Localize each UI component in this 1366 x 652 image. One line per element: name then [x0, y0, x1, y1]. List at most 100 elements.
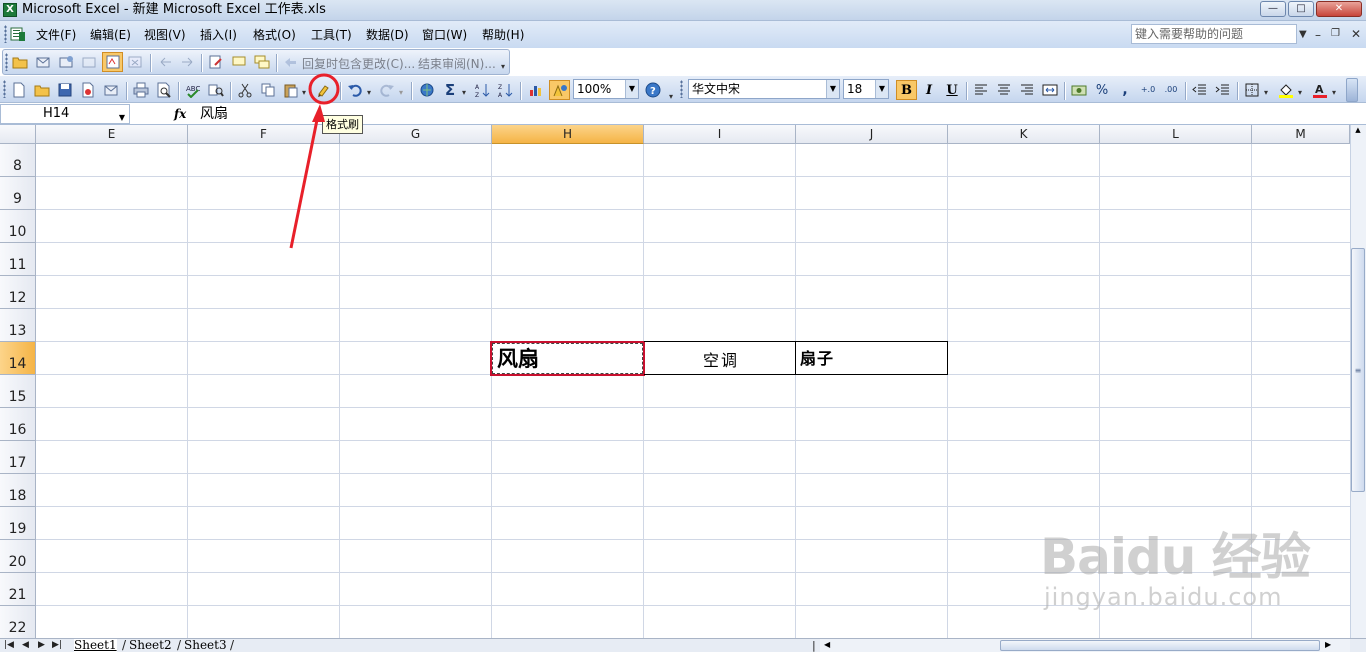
- underline-button[interactable]: U: [943, 81, 961, 99]
- permission-icon[interactable]: [79, 81, 97, 99]
- column-header-K[interactable]: K: [948, 125, 1100, 144]
- column-header-E[interactable]: E: [36, 125, 188, 144]
- row-header-20[interactable]: 20: [0, 540, 36, 573]
- font-size-dropdown-icon[interactable]: ▼: [875, 80, 888, 98]
- select-all-button[interactable]: [0, 125, 36, 144]
- sheet-tab-2[interactable]: Sheet2: [129, 639, 172, 652]
- edit-comment-icon[interactable]: [207, 53, 225, 71]
- scroll-right-icon[interactable]: ▶: [1325, 639, 1331, 651]
- copy-icon[interactable]: [259, 81, 277, 99]
- row-header-14[interactable]: 14: [0, 342, 36, 375]
- redo-dropdown-icon[interactable]: ▾: [399, 88, 403, 97]
- row-header-8[interactable]: 8: [0, 144, 36, 177]
- fill-color-icon[interactable]: [1277, 81, 1295, 99]
- row-header-16[interactable]: 16: [0, 408, 36, 441]
- row-header-21[interactable]: 21: [0, 573, 36, 606]
- reject-icon[interactable]: [126, 53, 144, 71]
- menu-help[interactable]: 帮助(H): [482, 27, 524, 43]
- print-icon[interactable]: [132, 81, 150, 99]
- split-box[interactable]: ▲: [1351, 126, 1365, 134]
- menu-view[interactable]: 视图(V): [144, 27, 186, 43]
- align-right-icon[interactable]: [1018, 81, 1036, 99]
- row-header-12[interactable]: 12: [0, 276, 36, 309]
- toolbar-grip[interactable]: [3, 80, 6, 98]
- email-icon[interactable]: [102, 81, 120, 99]
- menu-format[interactable]: 格式(O): [253, 27, 296, 43]
- sheet-tab-1[interactable]: Sheet1: [74, 639, 117, 652]
- hyperlink-icon[interactable]: [418, 81, 436, 99]
- doc-restore-button[interactable]: ❐: [1331, 28, 1340, 39]
- increase-indent-icon[interactable]: [1214, 81, 1232, 99]
- borders-dropdown-icon[interactable]: ▾: [1264, 88, 1268, 97]
- insert-function-icon[interactable]: fx: [174, 107, 186, 121]
- bold-button[interactable]: B: [896, 80, 917, 100]
- row-header-19[interactable]: 19: [0, 507, 36, 540]
- row-header-17[interactable]: 17: [0, 441, 36, 474]
- paste-dropdown-icon[interactable]: ▾: [302, 88, 306, 97]
- column-header-J[interactable]: J: [796, 125, 948, 144]
- increase-decimal-icon[interactable]: +.0: [1139, 81, 1157, 99]
- scroll-left-icon[interactable]: ◀: [824, 639, 830, 651]
- show-all-comments-icon[interactable]: [253, 53, 271, 71]
- print-preview-icon[interactable]: [155, 81, 173, 99]
- open-folder-icon[interactable]: [11, 53, 29, 71]
- close-button[interactable]: ✕: [1316, 1, 1362, 17]
- spelling-icon[interactable]: ABC: [184, 81, 202, 99]
- first-sheet-icon[interactable]: |◀: [4, 639, 14, 652]
- formula-input[interactable]: 风扇: [200, 106, 228, 123]
- merge-center-icon[interactable]: [1041, 81, 1059, 99]
- toolbar-options-icon[interactable]: ▾: [669, 92, 673, 101]
- autosum-dropdown-icon[interactable]: ▾: [462, 88, 466, 97]
- cut-icon[interactable]: [236, 81, 254, 99]
- currency-icon[interactable]: [1070, 81, 1088, 99]
- column-header-M[interactable]: M: [1252, 125, 1350, 144]
- column-header-L[interactable]: L: [1100, 125, 1252, 144]
- column-header-H[interactable]: H: [492, 125, 644, 144]
- row-header-22[interactable]: 22: [0, 606, 36, 638]
- track-changes-icon[interactable]: [102, 52, 123, 72]
- font-color-icon[interactable]: A: [1311, 81, 1329, 99]
- paste-icon[interactable]: [282, 81, 300, 99]
- autosum-icon[interactable]: Σ: [441, 81, 459, 99]
- mail-icon[interactable]: [34, 53, 52, 71]
- workbook-icon[interactable]: [9, 25, 27, 43]
- comma-style-icon[interactable]: ,: [1116, 81, 1134, 99]
- excel-icon[interactable]: X: [3, 3, 17, 17]
- decrease-decimal-icon[interactable]: .00: [1162, 81, 1180, 99]
- row-header-13[interactable]: 13: [0, 309, 36, 342]
- menubar-grip[interactable]: [4, 25, 7, 43]
- minimize-button[interactable]: —: [1260, 1, 1286, 17]
- drawing-icon[interactable]: [549, 80, 570, 100]
- undo-icon[interactable]: [346, 81, 364, 99]
- row-header-10[interactable]: 10: [0, 210, 36, 243]
- toolbar-options-icon[interactable]: [1346, 78, 1358, 102]
- toolbar-grip[interactable]: [5, 53, 8, 71]
- fill-color-dropdown-icon[interactable]: ▾: [1298, 88, 1302, 97]
- save-icon[interactable]: [56, 81, 74, 99]
- align-left-icon[interactable]: [972, 81, 990, 99]
- row-header-18[interactable]: 18: [0, 474, 36, 507]
- font-name-dropdown-icon[interactable]: ▼: [826, 80, 839, 98]
- row-header-15[interactable]: 15: [0, 375, 36, 408]
- reply-icon[interactable]: [282, 53, 300, 71]
- menu-data[interactable]: 数据(D): [366, 27, 409, 43]
- sheet-tab-3[interactable]: Sheet3: [184, 639, 227, 652]
- undo-dropdown-icon[interactable]: ▾: [367, 88, 371, 97]
- font-size-select[interactable]: 18 ▼: [843, 79, 889, 99]
- percent-icon[interactable]: %: [1093, 81, 1111, 99]
- help-dropdown-icon[interactable]: ▼: [1299, 29, 1307, 40]
- menu-insert[interactable]: 插入(I): [200, 27, 237, 43]
- decrease-indent-icon[interactable]: [1191, 81, 1209, 99]
- menu-file[interactable]: 文件(F): [36, 27, 76, 43]
- show-comment-icon[interactable]: [230, 53, 248, 71]
- doc-minimize-button[interactable]: –: [1315, 28, 1321, 42]
- previous-comment-icon[interactable]: [157, 53, 175, 71]
- column-header-F[interactable]: F: [188, 125, 340, 144]
- open-icon[interactable]: [33, 81, 51, 99]
- new-document-icon[interactable]: [10, 81, 28, 99]
- font-name-select[interactable]: 华文中宋 ▼: [688, 79, 840, 99]
- column-header-I[interactable]: I: [644, 125, 796, 144]
- prev-sheet-icon[interactable]: ◀: [22, 639, 29, 652]
- row-header-9[interactable]: 9: [0, 177, 36, 210]
- menu-window[interactable]: 窗口(W): [422, 27, 467, 43]
